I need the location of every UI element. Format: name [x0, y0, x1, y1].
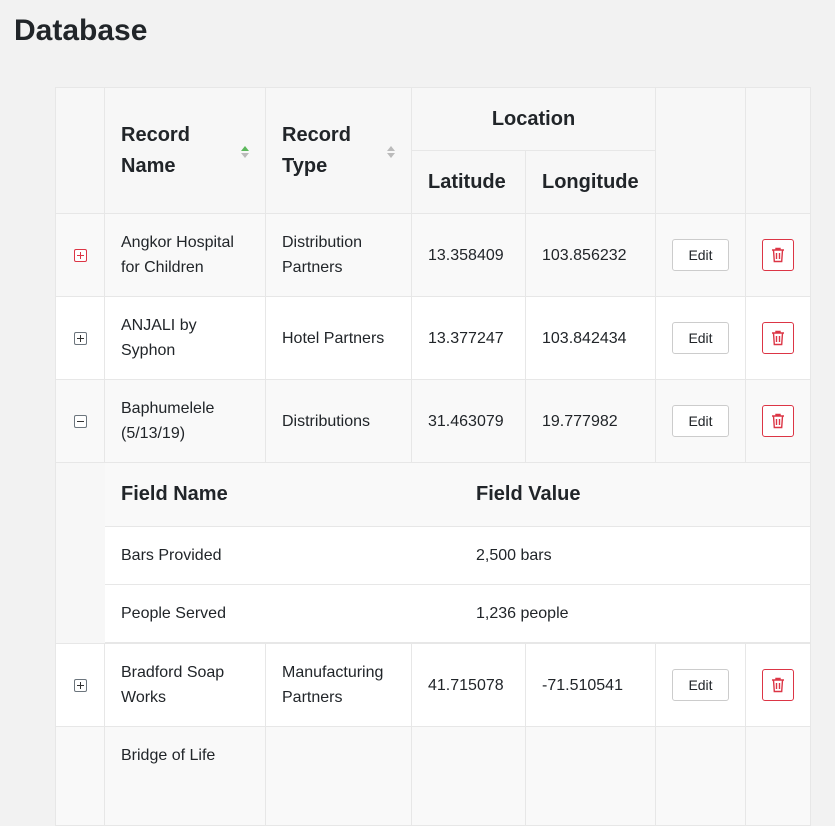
plus-square-icon[interactable]: [73, 678, 87, 692]
field-value-header: Field Value: [460, 463, 810, 527]
record-type-cell: Manufacturing Partners: [265, 643, 412, 727]
record-type-header[interactable]: Record Type: [265, 87, 412, 214]
longitude-cell: 103.842434: [525, 296, 656, 380]
edit-column-header: [655, 87, 746, 214]
edit-button[interactable]: Edit: [672, 322, 729, 354]
delete-button[interactable]: [762, 239, 794, 271]
trash-icon: [772, 247, 784, 263]
table-row: Angkor Hospital for Children Distributio…: [55, 213, 811, 297]
record-name-cell: Baphumelele (5/13/19): [104, 379, 266, 463]
detail-field-row: People Served 1,236 people: [105, 584, 810, 643]
latitude-header: Latitude: [411, 150, 526, 214]
records-table: Record Name Record Type Location Latitud…: [55, 87, 811, 826]
longitude-cell: 103.856232: [525, 213, 656, 297]
longitude-cell: [525, 726, 656, 826]
record-name-cell: Angkor Hospital for Children: [104, 213, 266, 297]
sort-icon[interactable]: [241, 146, 249, 160]
edit-button[interactable]: Edit: [672, 239, 729, 271]
latitude-cell: 41.715078: [411, 643, 526, 727]
expand-column-header: [55, 87, 105, 214]
latitude-cell: 13.377247: [411, 296, 526, 380]
edit-button[interactable]: Edit: [672, 669, 729, 701]
longitude-cell: 19.777982: [525, 379, 656, 463]
detail-field-row: Bars Provided 2,500 bars: [105, 526, 810, 585]
record-type-cell: Hotel Partners: [265, 296, 412, 380]
record-name-cell: Bridge of Life: [104, 726, 266, 826]
detail-row: Field Name Field Value Bars Provided 2,5…: [55, 462, 811, 644]
delete-column-header: [745, 87, 811, 214]
record-name-header[interactable]: Record Name: [104, 87, 266, 214]
latitude-cell: [411, 726, 526, 826]
plus-square-icon[interactable]: [73, 331, 87, 345]
record-type-cell: Distributions: [265, 379, 412, 463]
table-row: Bridge of Life: [55, 726, 811, 826]
record-name-header-label: Record Name: [121, 123, 190, 177]
delete-button[interactable]: [762, 322, 794, 354]
record-name-cell: Bradford Soap Works: [104, 643, 266, 727]
field-value-cell: 2,500 bars: [460, 526, 810, 585]
latitude-cell: 13.358409: [411, 213, 526, 297]
sort-icon[interactable]: [387, 146, 395, 160]
record-type-cell: Distribution Partners: [265, 213, 412, 297]
trash-icon: [772, 677, 784, 693]
delete-button[interactable]: [762, 405, 794, 437]
detail-table: Field Name Field Value Bars Provided 2,5…: [105, 463, 810, 643]
record-name-cell: ANJALI by Syphon: [104, 296, 266, 380]
field-value-cell: 1,236 people: [460, 584, 810, 643]
field-name-cell: Bars Provided: [105, 526, 460, 585]
longitude-cell: -71.510541: [525, 643, 656, 727]
location-header: Location: [411, 87, 656, 151]
delete-button[interactable]: [762, 669, 794, 701]
field-name-cell: People Served: [105, 584, 460, 643]
trash-icon: [772, 413, 784, 429]
table-row: ANJALI by Syphon Hotel Partners 13.37724…: [55, 296, 811, 380]
page-title: Database: [14, 14, 148, 47]
table-row: Baphumelele (5/13/19) Distributions 31.4…: [55, 379, 811, 463]
latitude-cell: 31.463079: [411, 379, 526, 463]
record-type-cell: [265, 726, 412, 826]
record-type-header-label: Record Type: [282, 123, 351, 177]
longitude-header: Longitude: [525, 150, 656, 214]
plus-square-icon[interactable]: [73, 248, 87, 262]
edit-button[interactable]: Edit: [672, 405, 729, 437]
minus-square-icon[interactable]: [73, 414, 87, 428]
trash-icon: [772, 330, 784, 346]
field-name-header: Field Name: [105, 463, 460, 527]
table-row: Bradford Soap Works Manufacturing Partne…: [55, 643, 811, 727]
